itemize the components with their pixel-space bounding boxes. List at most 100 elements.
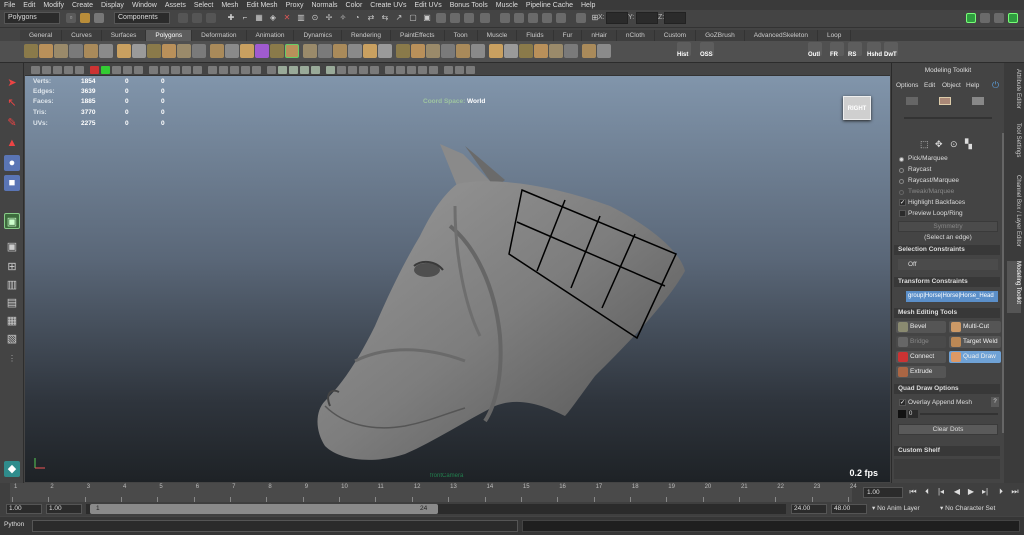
range-handle[interactable]	[90, 504, 438, 514]
menu-help[interactable]: Help	[581, 2, 595, 9]
shelf-tab-fur[interactable]: Fur	[554, 30, 583, 41]
face-mask-icon[interactable]: ▦	[254, 13, 264, 23]
panel-toolbar-icon[interactable]	[278, 66, 287, 74]
panel-toolbar-icon[interactable]	[429, 66, 438, 74]
drag-select-icon[interactable]: ▚	[965, 139, 972, 150]
open-scene-icon[interactable]	[80, 13, 90, 23]
anim-start-field[interactable]: 1.00	[46, 504, 82, 514]
shelf-tool-icon[interactable]	[69, 44, 83, 58]
menu-mesh[interactable]: Mesh	[221, 2, 238, 9]
attribute-editor-toggle-icon[interactable]	[980, 13, 990, 23]
menuset-dropdown[interactable]: Polygons	[4, 12, 60, 24]
panel-toolbar-icon[interactable]	[193, 66, 202, 74]
camera-icon[interactable]	[576, 13, 586, 23]
z-field[interactable]	[664, 12, 686, 24]
shelf-tool-icon[interactable]	[54, 44, 68, 58]
preview-loop-ring-checkbox[interactable]	[899, 210, 906, 217]
y-field[interactable]	[636, 12, 658, 24]
panel-toolbar-icon[interactable]	[134, 66, 143, 74]
shelf-tool-icon[interactable]	[240, 44, 254, 58]
menu-file[interactable]: File	[4, 2, 15, 9]
menu-edit[interactable]: Edit	[23, 2, 35, 9]
bridge-button[interactable]: Bridge	[896, 336, 946, 348]
panel-toolbar-icon[interactable]	[42, 66, 51, 74]
panel-toolbar-icon[interactable]	[300, 66, 309, 74]
go-to-start-icon[interactable]: ⏮	[908, 487, 918, 497]
layout-four-icon[interactable]: ⊞	[4, 259, 20, 275]
layout-two-icon[interactable]: ▥	[4, 277, 20, 293]
edge-mask-icon[interactable]: ⌐	[240, 13, 250, 23]
overlay-slider[interactable]	[920, 413, 998, 415]
layout-single-icon[interactable]: ▣	[4, 239, 20, 255]
ipr-render-icon[interactable]	[436, 13, 446, 23]
selection-mode-dropdown[interactable]: Components	[114, 12, 170, 24]
menu-bonus-tools[interactable]: Bonus Tools	[450, 2, 488, 9]
anim-layer-dropdown[interactable]: ▾ No Anim Layer	[872, 504, 920, 512]
transform-constraints-header[interactable]: Transform Constraints	[894, 277, 1000, 287]
panel-toolbar-icon[interactable]	[90, 66, 99, 74]
shelf-tool-icon[interactable]	[162, 44, 176, 58]
panel-toolbar-icon[interactable]	[267, 66, 276, 74]
shelf-tool-icon[interactable]	[99, 44, 113, 58]
shelf-tool-icon[interactable]	[192, 44, 206, 58]
quad-draw-options-header[interactable]: Quad Draw Options	[894, 384, 1000, 394]
panel-toolbar-icon[interactable]	[455, 66, 464, 74]
shelf-tool-icon[interactable]	[225, 44, 239, 58]
panel-toolbar-icon[interactable]	[208, 66, 217, 74]
new-scene-icon[interactable]: ▫	[66, 13, 76, 23]
layout-menu-icon[interactable]: ⋮	[4, 351, 20, 367]
transform-target-field[interactable]: group|Horse|Horse|Horse_Head	[906, 291, 998, 302]
panel-toolbar-icon[interactable]	[311, 66, 320, 74]
pivot-icon[interactable]	[542, 13, 552, 23]
command-input[interactable]	[32, 520, 518, 532]
shelf-tab-painteffects[interactable]: PaintEffects	[391, 30, 445, 41]
panel-toolbar-icon[interactable]	[418, 66, 427, 74]
bevel-button[interactable]: Bevel	[896, 321, 946, 333]
tweak-marquee-radio[interactable]	[899, 190, 904, 195]
panel-toolbar-icon[interactable]	[112, 66, 121, 74]
panel-toolbar-icon[interactable]	[182, 66, 191, 74]
move-tool-icon[interactable]: ▲	[4, 135, 20, 151]
symmetry-button[interactable]: Symmetry	[898, 221, 998, 232]
menu-muscle[interactable]: Muscle	[496, 2, 518, 9]
shelf-tool-icon[interactable]	[489, 44, 503, 58]
filter-icon[interactable]	[528, 13, 538, 23]
mesh-editing-tools-header[interactable]: Mesh Editing Tools	[894, 308, 1000, 318]
select-by-hierarchy-icon[interactable]	[178, 13, 188, 23]
shelf-tool-icon[interactable]	[303, 44, 317, 58]
raycast-marquee-radio[interactable]	[899, 179, 904, 184]
shelf-tab-toon[interactable]: Toon	[445, 30, 478, 41]
highlight-backfaces-checkbox[interactable]: ✓	[899, 199, 906, 206]
shelf-tool-icon[interactable]	[549, 44, 563, 58]
shelf-tool-icon[interactable]	[24, 44, 38, 58]
menu-color[interactable]: Color	[346, 2, 363, 9]
shelf-tab-dynamics[interactable]: Dynamics	[294, 30, 342, 41]
lasso-icon[interactable]	[514, 13, 524, 23]
panel-toolbar-icon[interactable]	[171, 66, 180, 74]
shelf-tool-icon[interactable]	[411, 44, 425, 58]
panel-toolbar-icon[interactable]	[337, 66, 346, 74]
shelf-tab-general[interactable]: General	[20, 30, 63, 41]
scale-tool-icon[interactable]: ■	[4, 175, 20, 191]
vertex-mode-icon[interactable]	[939, 97, 951, 105]
shelf-tab-curves[interactable]: Curves	[62, 30, 102, 41]
select-by-object-icon[interactable]	[192, 13, 202, 23]
make-live-icon[interactable]: ◔	[352, 13, 362, 23]
target-weld-button[interactable]: Target Weld	[949, 336, 1001, 348]
custom-shelf-area[interactable]	[894, 459, 1000, 479]
menu-create[interactable]: Create	[72, 2, 93, 9]
shelf-tool-icon[interactable]	[519, 44, 533, 58]
mtk-menu-help[interactable]: Help	[966, 82, 979, 89]
panel-toolbar-icon[interactable]	[123, 66, 132, 74]
channel-box-toggle-icon[interactable]	[1008, 13, 1018, 23]
save-scene-icon[interactable]	[94, 13, 104, 23]
panel-toolbar-icon[interactable]	[289, 66, 298, 74]
shelf-tool-icon[interactable]	[441, 44, 455, 58]
object-mode-icon[interactable]	[906, 97, 918, 105]
panel-toolbar-icon[interactable]	[149, 66, 158, 74]
history-icon[interactable]: ↗	[394, 13, 404, 23]
uv-mask-icon[interactable]: ◈	[268, 13, 278, 23]
snap-together-icon[interactable]	[556, 13, 566, 23]
render-current-icon[interactable]: ▢	[408, 13, 418, 23]
marquee-select-icon[interactable]: ⬚	[920, 139, 929, 150]
